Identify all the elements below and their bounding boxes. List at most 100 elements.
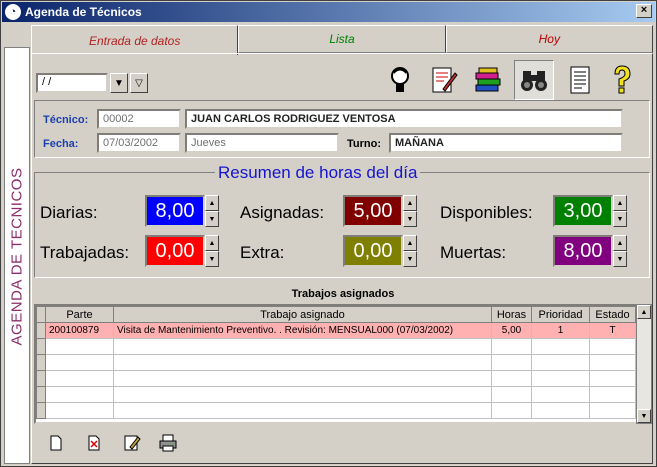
spin-up-icon[interactable]: ▲ [403,235,417,251]
diarias-spinner[interactable]: ▲ ▼ [205,195,219,227]
empty-cell[interactable] [531,354,590,371]
binoculars-icon[interactable] [514,60,554,100]
empty-cell[interactable] [531,370,590,387]
empty-cell[interactable] [113,338,492,355]
spin-up-icon[interactable]: ▲ [205,195,219,211]
delete-document-icon[interactable] [82,432,106,454]
tecnico-name-field[interactable]: JUAN CARLOS RODRIGUEZ VENTOSA [185,109,623,129]
spin-up-icon[interactable]: ▲ [205,235,219,251]
tab-hoy[interactable]: Hoy [445,25,653,53]
document-icon[interactable] [560,60,600,100]
cell-estado[interactable]: T [589,322,636,339]
empty-cell[interactable] [589,402,636,419]
turno-field[interactable]: MAÑANA [389,133,623,153]
empty-cell[interactable] [113,402,492,419]
row-indicator[interactable] [36,386,46,403]
col-estado[interactable]: Estado [589,306,636,323]
row-indicator[interactable] [36,322,46,339]
empty-cell[interactable] [113,386,492,403]
empty-cell[interactable] [113,370,492,387]
filter-button[interactable]: ▽ [130,73,148,93]
scroll-down-icon[interactable]: ▼ [637,409,651,423]
person-icon[interactable] [380,60,420,100]
tab-lista[interactable]: Lista [238,25,446,53]
date-dropdown-button[interactable]: ▼ [110,73,128,93]
table-row[interactable] [36,338,636,355]
spin-down-icon[interactable]: ▼ [613,211,627,227]
tab-entrada-de-datos[interactable]: Entrada de datos [31,25,239,55]
empty-cell[interactable] [45,386,114,403]
empty-cell[interactable] [491,338,532,355]
main-panel: / / ▼ ▽ Técnico: 00002 JUAN CARLOS RODRI… [31,53,653,464]
extra-spinner[interactable]: ▲ ▼ [403,235,417,267]
col-prioridad[interactable]: Prioridad [531,306,590,323]
col-horas[interactable]: Horas [491,306,532,323]
spin-up-icon[interactable]: ▲ [613,235,627,251]
spin-up-icon[interactable]: ▲ [613,195,627,211]
asignadas-value[interactable]: 5,00 [343,195,403,227]
empty-cell[interactable] [531,402,590,419]
empty-cell[interactable] [491,402,532,419]
spin-down-icon[interactable]: ▼ [403,251,417,267]
extra-value[interactable]: 0,00 [343,235,403,267]
cell-trabajo[interactable]: Visita de Mantenimiento Preventivo. . Re… [113,322,492,339]
spin-up-icon[interactable]: ▲ [403,195,417,211]
scroll-up-icon[interactable]: ▲ [637,305,651,319]
row-indicator[interactable] [36,338,46,355]
cell-parte[interactable]: 200100879 [45,322,114,339]
fecha-weekday-field[interactable]: Jueves [185,133,339,153]
empty-cell[interactable] [589,354,636,371]
empty-cell[interactable] [589,338,636,355]
empty-cell[interactable] [491,354,532,371]
row-indicator[interactable] [36,402,46,419]
close-button[interactable]: × [636,4,652,18]
empty-cell[interactable] [113,354,492,371]
asignadas-spinner[interactable]: ▲ ▼ [403,195,417,227]
muertas-value[interactable]: 8,00 [553,235,613,267]
spin-down-icon[interactable]: ▼ [205,211,219,227]
empty-cell[interactable] [45,338,114,355]
spin-down-icon[interactable]: ▼ [403,211,417,227]
empty-cell[interactable] [531,386,590,403]
disponibles-value[interactable]: 3,00 [553,195,613,227]
disponibles-label: Disponibles: [440,203,533,222]
diarias-value[interactable]: 8,00 [145,195,205,227]
empty-cell[interactable] [491,370,532,387]
empty-cell[interactable] [45,370,114,387]
table-row[interactable] [36,370,636,387]
fecha-date-field[interactable]: 07/03/2002 [97,133,181,153]
spin-down-icon[interactable]: ▼ [613,251,627,267]
help-icon[interactable] [602,60,642,100]
new-document-icon[interactable] [44,432,68,454]
col-trabajo[interactable]: Trabajo asignado [113,306,492,323]
disponibles-spinner[interactable]: ▲ ▼ [613,195,627,227]
empty-cell[interactable] [531,338,590,355]
form-edit-icon[interactable] [424,60,464,100]
empty-cell[interactable] [589,370,636,387]
empty-cell[interactable] [45,402,114,419]
table-row[interactable] [36,386,636,403]
trabajadas-value[interactable]: 0,00 [145,235,205,267]
print-icon[interactable] [156,432,180,454]
empty-cell[interactable] [45,354,114,371]
edit-document-icon[interactable] [120,432,144,454]
table-row[interactable] [36,354,636,371]
books-icon[interactable] [468,60,508,100]
tab-strip: Entrada de datos Lista Hoy [31,25,653,55]
cell-horas[interactable]: 5,00 [491,322,532,339]
col-parte[interactable]: Parte [45,306,114,323]
tecnico-code-field[interactable]: 00002 [97,109,181,129]
table-row[interactable]: 200100879 Visita de Mantenimiento Preven… [36,322,636,339]
grid-vertical-scrollbar[interactable]: ▲ ▼ [636,304,652,424]
cell-prioridad[interactable]: 1 [531,322,590,339]
row-indicator[interactable] [36,370,46,387]
trabajadas-spinner[interactable]: ▲ ▼ [205,235,219,267]
empty-cell[interactable] [491,386,532,403]
spin-down-icon[interactable]: ▼ [205,251,219,267]
empty-cell[interactable] [589,386,636,403]
table-header-row: Parte Trabajo asignado Horas Prioridad E… [36,306,636,323]
table-row[interactable] [36,402,636,419]
date-filter-input[interactable]: / / [36,73,108,93]
row-indicator[interactable] [36,354,46,371]
muertas-spinner[interactable]: ▲ ▼ [613,235,627,267]
